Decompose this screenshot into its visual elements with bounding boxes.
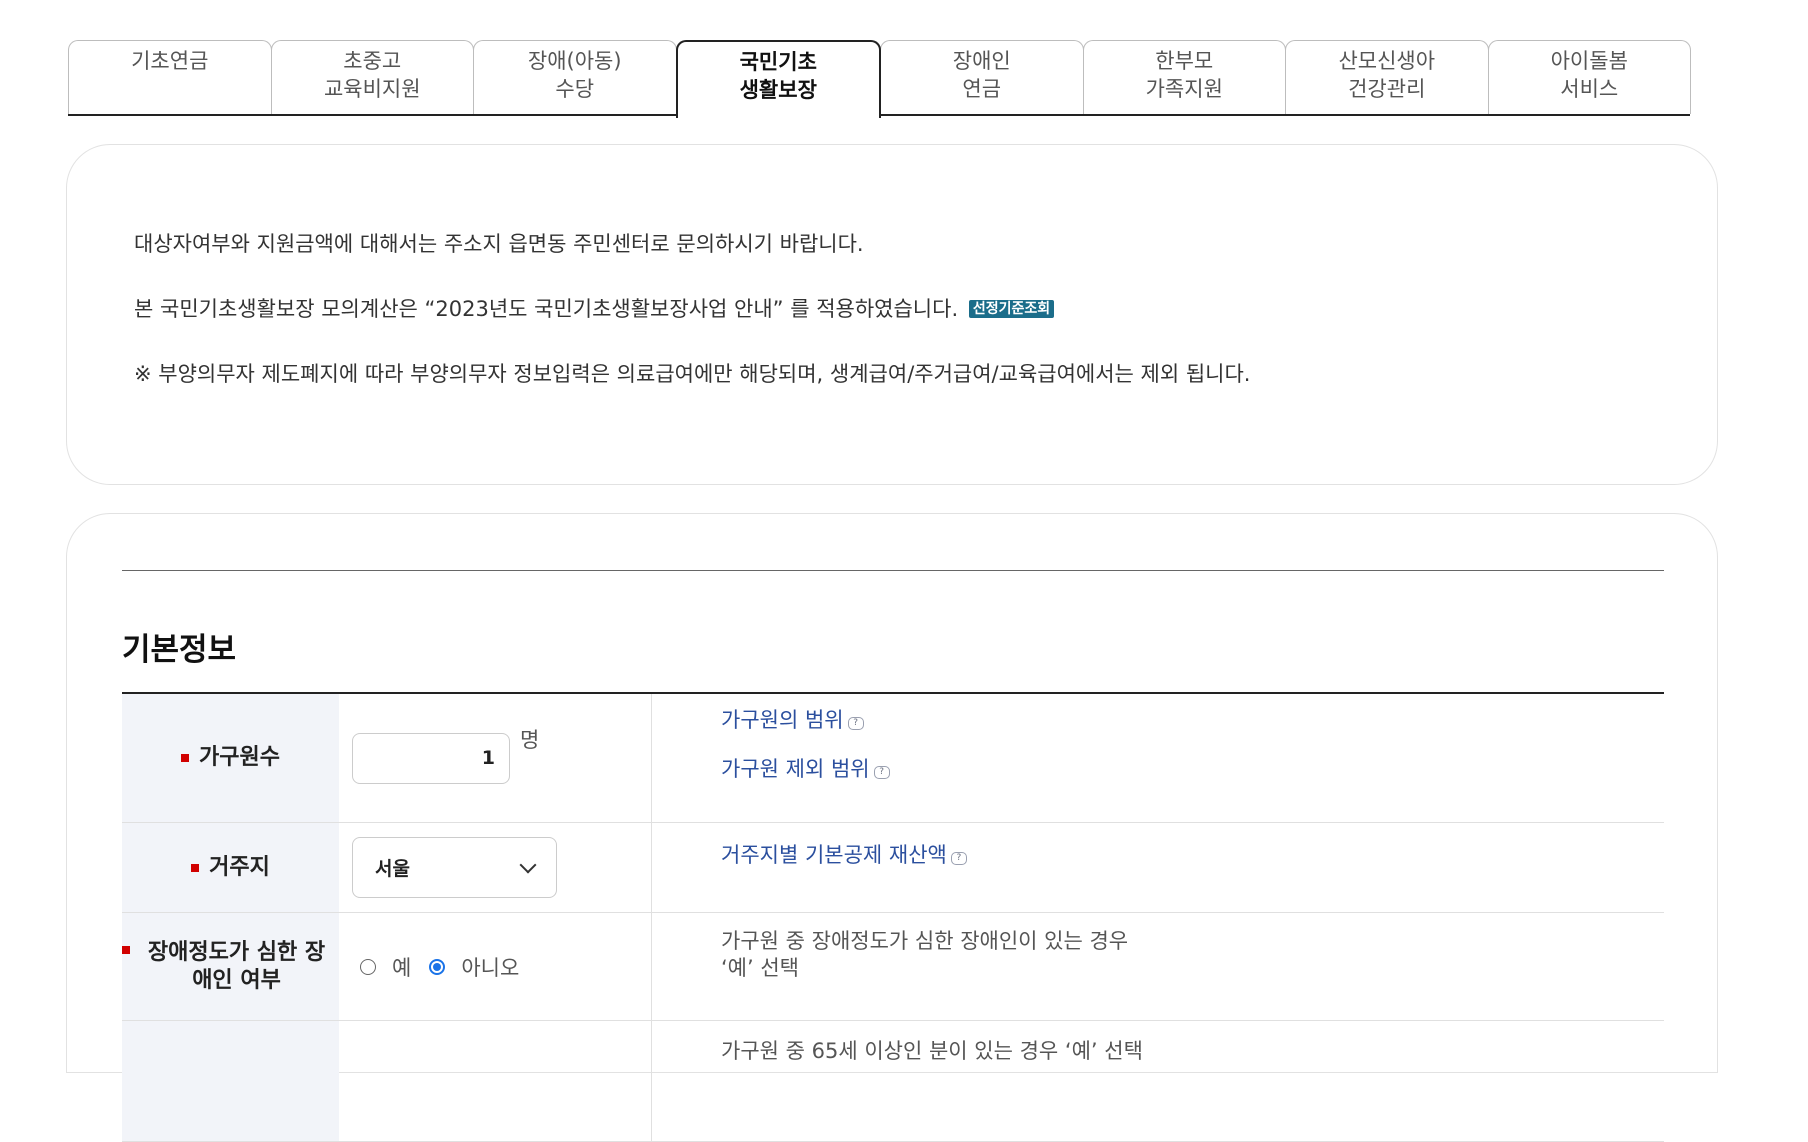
household-count-input[interactable] [352, 732, 510, 784]
row-input-cell [339, 1021, 652, 1141]
row-info-cell: 가구원 중 장애정도가 심한 장애인이 있는 경우 ‘예’ 선택 [652, 913, 1664, 1020]
required-marker [191, 863, 200, 872]
table-row-elderly: 가구원 중 65세 이상인 분이 있는 경우 ‘예’ 선택 [122, 1021, 1664, 1142]
tab-childcare-service[interactable]: 아이돌봄 서비스 [1487, 40, 1691, 114]
radio-no[interactable] [429, 958, 446, 975]
row-info-cell: 거주지별 기본공제 재산액? [652, 823, 1664, 912]
table-row-residence: 거주지 서울 거주지별 기본공제 재산액? [122, 823, 1664, 913]
tab-label-line1: 기초연금 [131, 49, 209, 73]
form-panel: 기본정보 가구원수 명 가구원의 범위? 가구원 제외 범위? 거주지 [66, 513, 1718, 1142]
notice-line-2: 본 국민기초생활보장 모의계산은 “2023년도 국민기초생활보장사업 안내” … [134, 296, 1717, 323]
tab-maternal-newborn[interactable]: 산모신생아 건강관리 [1285, 40, 1489, 114]
tab-label-line1: 장애인 [952, 49, 1011, 73]
tab-label-line1: 산모신생아 [1338, 49, 1436, 73]
row-info-cell: 가구원 중 65세 이상인 분이 있는 경우 ‘예’ 선택 [652, 1021, 1664, 1141]
tab-bar: 기초연금 초중고 교육비지원 장애(아동) 수당 국민기초 생활보장 장애인 연… [68, 40, 1691, 118]
tab-label-line2: 교육비지원 [323, 77, 421, 101]
residence-deduction-link[interactable]: 거주지별 기본공제 재산액? [721, 841, 1664, 869]
disability-label: 장애정도가 심한 장애인 여부 [147, 939, 326, 993]
help-icon: ? [950, 852, 967, 865]
section-title: 기본정보 [122, 632, 237, 668]
notice-line-1: 대상자여부와 지원금액에 대해서는 주소지 읍면동 주민센터로 문의하시기 바랍… [134, 232, 864, 256]
residence-select[interactable]: 서울 [352, 837, 557, 898]
tab-education-support[interactable]: 초중고 교육비지원 [270, 40, 474, 114]
help-icon: ? [873, 766, 890, 779]
row-header: 거주지 [122, 823, 339, 912]
row-input-cell: 서울 [339, 823, 652, 912]
row-input-cell: 명 [339, 694, 652, 822]
disability-info-line-2: ‘예’ 선택 [721, 956, 799, 980]
tab-label-line2: 연금 [962, 77, 1002, 101]
radio-yes-label: 예 [392, 955, 412, 980]
residence-selected-value: 서울 [375, 858, 410, 880]
row-header [122, 1021, 339, 1141]
household-scope-link[interactable]: 가구원의 범위? [721, 706, 1664, 734]
disability-radio-group: 예 아니오 [360, 952, 537, 982]
household-unit: 명 [520, 728, 540, 752]
divider [122, 570, 1664, 571]
tab-label-line1: 한부모 [1155, 49, 1214, 73]
elderly-info: 가구원 중 65세 이상인 분이 있는 경우 ‘예’ 선택 [721, 1039, 1143, 1063]
tab-label-line2: 건강관리 [1348, 77, 1426, 101]
radio-no-label: 아니오 [461, 955, 520, 980]
row-header: 장애정도가 심한 장애인 여부 [122, 913, 339, 1020]
notice-line-3: ※ 부양의무자 제도폐지에 따라 부양의무자 정보입력은 의료급여에만 해당되며… [134, 362, 1251, 386]
table-row-disability: 장애정도가 심한 장애인 여부 예 아니오 가구원 중 장애정도가 심한 장애인… [122, 913, 1664, 1021]
notice-line-2-text: 본 국민기초생활보장 모의계산은 “2023년도 국민기초생활보장사업 안내” … [134, 297, 959, 321]
radio-yes[interactable] [360, 958, 376, 975]
table-row-household: 가구원수 명 가구원의 범위? 가구원 제외 범위? [122, 694, 1664, 823]
notice-panel: 대상자여부와 지원금액에 대해서는 주소지 읍면동 주민센터로 문의하시기 바랍… [66, 144, 1718, 485]
row-header: 가구원수 [122, 694, 339, 822]
disability-info-line-1: 가구원 중 장애정도가 심한 장애인이 있는 경우 [721, 929, 1129, 953]
tab-label-line1: 아이돌봄 [1550, 49, 1628, 73]
tab-label-line2: 가족지원 [1145, 77, 1223, 101]
tab-label-line2: 서비스 [1560, 77, 1619, 101]
row-input-cell: 예 아니오 [339, 913, 652, 1020]
row-info-cell: 가구원의 범위? 가구원 제외 범위? [652, 694, 1664, 822]
tab-label-line1: 장애(아동) [527, 49, 622, 73]
tab-label-line1: 초중고 [343, 49, 402, 73]
tab-disability-pension[interactable]: 장애인 연금 [880, 40, 1084, 114]
tab-label-line2: 생활보장 [739, 78, 817, 102]
tab-basic-pension[interactable]: 기초연금 [68, 40, 272, 114]
required-marker [122, 946, 130, 954]
household-label: 가구원수 [199, 745, 280, 770]
tab-basic-livelihood[interactable]: 국민기초 생활보장 [675, 40, 881, 118]
basic-info-table: 가구원수 명 가구원의 범위? 가구원 제외 범위? 거주지 서울 [122, 692, 1664, 1142]
tab-disabled-child-allowance[interactable]: 장애(아동) 수당 [473, 40, 677, 114]
tab-label-line1: 국민기초 [739, 50, 817, 74]
household-exclusion-link[interactable]: 가구원 제외 범위? [721, 755, 1664, 783]
help-icon: ? [847, 717, 864, 730]
chevron-down-icon [519, 856, 537, 873]
criteria-lookup-button[interactable]: 선정기준조회 [968, 300, 1055, 318]
tab-label-line2: 수당 [555, 77, 595, 101]
residence-label: 거주지 [209, 854, 270, 880]
required-marker [181, 754, 190, 762]
tab-single-parent[interactable]: 한부모 가족지원 [1082, 40, 1286, 114]
